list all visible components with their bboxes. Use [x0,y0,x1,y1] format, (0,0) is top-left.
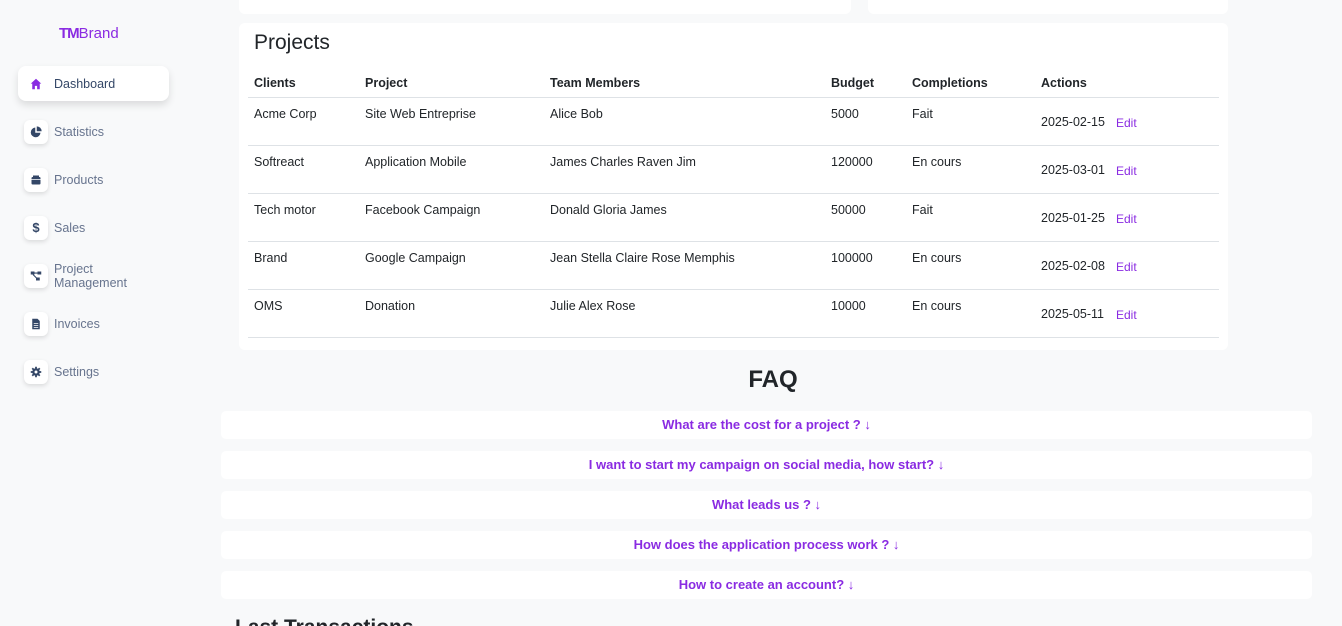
sidebar-item-label: Products [54,172,104,187]
sidebar-item-label: Project Management [54,261,127,290]
date-cell: 2025-01-25 [1041,211,1105,225]
table-row: Brand Google Campaign Jean Stella Claire… [248,242,1219,290]
team-cell: James Charles Raven Jim [550,155,696,169]
budget-cell: 5000 [831,107,859,121]
dollar-icon: $ [24,215,48,240]
projects-title: Projects [254,31,330,54]
sidebar-item-invoices[interactable]: Invoices [18,306,169,341]
completion-cell: En cours [912,299,962,313]
client-cell: OMS [254,299,283,313]
client-cell: Tech motor [254,203,316,217]
chart-card-partial: 6mars 7mars 8mars [239,0,851,14]
table-row: OMS Donation Julie Alex Rose 10000 En co… [248,290,1219,338]
faq-question[interactable]: What are the cost for a project ? ↓ [221,411,1312,439]
team-cell: Donald Gloria James [550,203,667,217]
last-transactions-title: Last Transactions [235,616,414,626]
sidebar-item-label: Statistics [54,124,105,139]
projects-card: Projects Clients Project Team Members Bu… [239,23,1228,350]
sidebar-item-label: Invoices [54,316,100,331]
completion-cell: Fait [912,203,933,217]
edit-link[interactable]: Edit [1116,212,1137,226]
completion-cell: En cours [912,155,962,169]
projects-table: Clients Project Team Members Budget Comp… [248,71,1219,338]
sidebar: TMBrand Dashboard Statistics Products $ … [0,0,200,626]
budget-cell: 50000 [831,203,866,217]
faq-question[interactable]: What leads us ? ↓ [221,491,1312,519]
date-cell: 2025-05-11 [1041,307,1105,321]
document-icon [24,311,48,336]
column-header-budget: Budget [831,76,875,90]
sidebar-item-label: Dashboard [54,76,116,91]
box-icon [24,167,48,192]
stats-card-partial [868,0,1228,14]
faq-question[interactable]: How does the application process work ? … [221,531,1312,559]
edit-link[interactable]: Edit [1116,116,1137,130]
home-icon [24,72,48,96]
column-header-completions: Completions [912,76,988,90]
sidebar-item-project-management[interactable]: Project Management [18,258,169,293]
network-icon [24,263,48,288]
brand-name: Brand [78,25,119,42]
budget-cell: 120000 [831,155,873,169]
project-cell: Facebook Campaign [365,203,481,217]
date-cell: 2025-02-15 [1041,115,1105,129]
client-cell: Acme Corp [254,107,317,121]
client-cell: Brand [254,251,288,265]
sidebar-item-products[interactable]: Products [18,162,169,197]
team-cell: Julie Alex Rose [550,299,636,313]
team-cell: Alice Bob [550,107,603,121]
budget-cell: 100000 [831,251,873,265]
table-row: Tech motor Facebook Campaign Donald Glor… [248,194,1219,242]
brand-logo[interactable]: TMBrand [59,25,119,42]
date-cell: 2025-02-08 [1041,259,1105,273]
table-row: Softreact Application Mobile James Charl… [248,146,1219,194]
column-header-clients: Clients [254,76,296,90]
sidebar-item-dashboard[interactable]: Dashboard [18,66,169,101]
edit-link[interactable]: Edit [1116,260,1137,274]
table-row: Acme Corp Site Web Entreprise Alice Bob … [248,98,1219,146]
budget-cell: 10000 [831,299,866,313]
project-cell: Application Mobile [365,155,467,169]
client-cell: Softreact [254,155,305,169]
sidebar-item-statistics[interactable]: Statistics [18,114,169,149]
sidebar-item-sales[interactable]: $ Sales [18,210,169,245]
pie-chart-icon [24,119,48,144]
column-header-team-members: Team Members [550,76,641,90]
faq-title: FAQ [748,366,798,393]
project-cell: Site Web Entreprise [365,107,476,121]
completion-cell: En cours [912,251,962,265]
faq-question[interactable]: How to create an account? ↓ [221,571,1312,599]
edit-link[interactable]: Edit [1116,164,1137,178]
brand-tm: TM [59,25,80,42]
column-header-actions: Actions [1041,76,1087,90]
faq-question[interactable]: I want to start my campaign on social me… [221,451,1312,479]
table-header-row: Clients Project Team Members Budget Comp… [248,71,1219,98]
project-cell: Donation [365,299,416,313]
sidebar-item-label: Sales [54,220,86,235]
team-cell: Jean Stella Claire Rose Memphis [550,251,735,265]
project-cell: Google Campaign [365,251,466,265]
edit-link[interactable]: Edit [1116,308,1137,322]
date-cell: 2025-03-01 [1041,163,1105,177]
column-header-project: Project [365,76,408,90]
completion-cell: Fait [912,107,933,121]
